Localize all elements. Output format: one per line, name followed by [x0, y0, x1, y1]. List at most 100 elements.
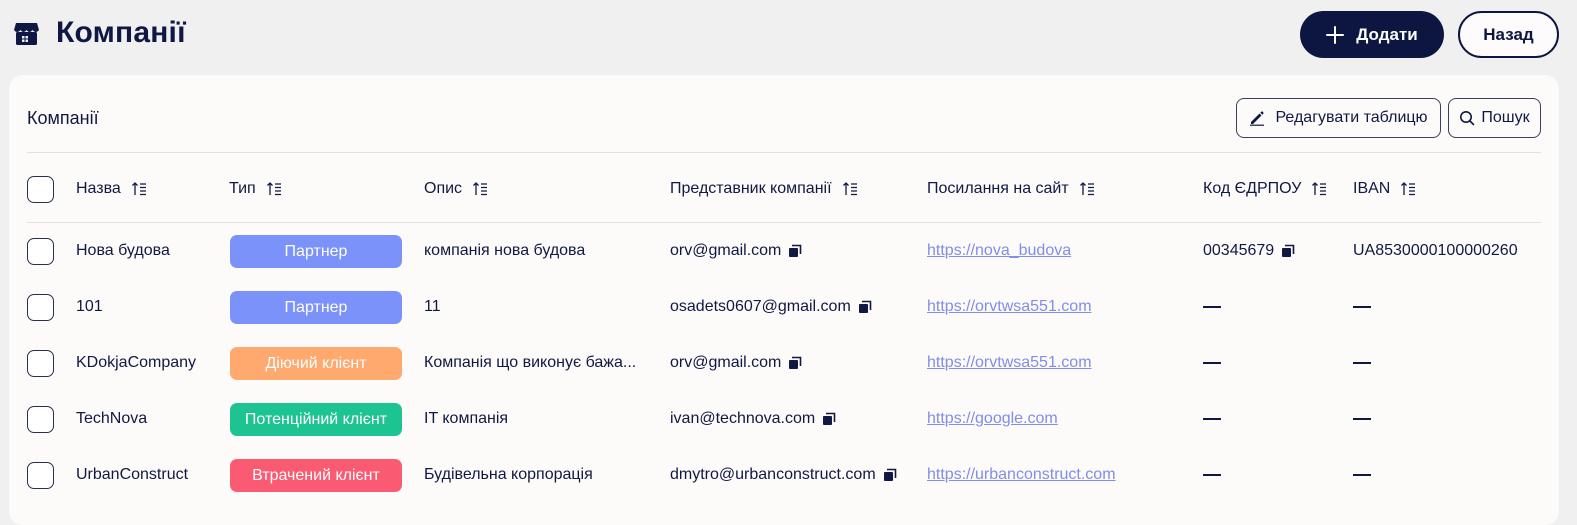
search-label: Пошук — [1481, 109, 1530, 126]
iban-empty — [1353, 463, 1371, 487]
site-link[interactable]: https://orvtwsa551.com — [927, 351, 1092, 375]
companies-card: Компанії Редагувати таблицю Пошук Назва … — [9, 75, 1559, 525]
representative: dmytro@urbanconstruct.com — [670, 463, 897, 487]
sort-icon[interactable] — [1079, 181, 1095, 197]
row-checkbox[interactable] — [27, 350, 54, 377]
row-checkbox[interactable] — [27, 238, 54, 265]
edrpou: 00345679 — [1203, 239, 1295, 263]
row-checkbox[interactable] — [27, 294, 54, 321]
sort-icon[interactable] — [1311, 181, 1327, 197]
representative: orv@gmail.com — [670, 351, 802, 375]
company-name[interactable]: 101 — [76, 295, 103, 319]
description: Компанія що виконує бажа... — [424, 351, 636, 375]
empty-dash — [1203, 306, 1221, 308]
site-link-text[interactable]: https://urbanconstruct.com — [927, 466, 1116, 484]
type-badge: Партнер — [230, 235, 402, 268]
site-link-text[interactable]: https://orvtwsa551.com — [927, 298, 1092, 316]
column-header-site: Посилання на сайт — [927, 180, 1095, 198]
column-header-label: Опис — [424, 180, 463, 197]
page-title: Компанії — [56, 16, 186, 49]
site-link-text[interactable]: https://nova_budova — [927, 242, 1071, 260]
edrpou-text: 00345679 — [1203, 242, 1275, 259]
column-header-type: Тип — [229, 180, 282, 198]
select-all-checkbox[interactable] — [27, 176, 54, 203]
company-name-text: UrbanConstruct — [76, 466, 189, 483]
edrpou-empty — [1203, 351, 1221, 375]
sort-icon[interactable] — [472, 181, 488, 197]
empty-dash — [1203, 474, 1221, 476]
edrpou-empty — [1203, 463, 1221, 487]
description-text: компанія нова будова — [424, 242, 586, 259]
divider — [27, 152, 1541, 153]
iban-text: UA8530000100000260 — [1353, 242, 1518, 259]
edrpou-empty — [1203, 295, 1221, 319]
iban-empty — [1353, 295, 1371, 319]
add-button-label: Додати — [1356, 24, 1418, 44]
add-button[interactable]: Додати — [1300, 11, 1444, 58]
iban-empty — [1353, 407, 1371, 431]
type-badge: Партнер — [230, 291, 402, 324]
search-button[interactable]: Пошук — [1448, 98, 1541, 138]
plus-icon — [1326, 25, 1345, 44]
empty-dash — [1353, 362, 1371, 364]
column-header-name: Назва — [76, 180, 147, 198]
iban-empty — [1353, 351, 1371, 375]
column-header-label: Назва — [76, 180, 121, 197]
search-icon — [1460, 111, 1475, 126]
site-link[interactable]: https://urbanconstruct.com — [927, 463, 1116, 487]
row-checkbox[interactable] — [27, 406, 54, 433]
copy-icon[interactable] — [788, 356, 802, 370]
empty-dash — [1353, 306, 1371, 308]
copy-icon[interactable] — [822, 412, 836, 426]
description-text: 11 — [424, 298, 441, 315]
sort-icon[interactable] — [1400, 181, 1416, 197]
company-name[interactable]: Нова будова — [76, 239, 170, 263]
edit-table-button[interactable]: Редагувати таблицю — [1236, 98, 1441, 138]
sort-icon[interactable] — [266, 181, 282, 197]
type-badge: Діючий клієнт — [230, 347, 402, 380]
edrpou-empty — [1203, 407, 1221, 431]
column-header-label: Представник компанії — [670, 180, 832, 197]
site-link[interactable]: https://nova_budova — [927, 239, 1071, 263]
description: Будівельна корпорація — [424, 463, 593, 487]
pencil-icon — [1250, 111, 1265, 126]
representative: ivan@technova.com — [670, 407, 836, 431]
column-header-edrpou: Код ЄДРПОУ — [1203, 180, 1327, 198]
empty-dash — [1353, 418, 1371, 420]
store-icon — [14, 23, 39, 45]
back-button[interactable]: Назад — [1458, 11, 1559, 58]
empty-dash — [1353, 474, 1371, 476]
description: IT компанія — [424, 407, 508, 431]
type-badge: Втрачений клієнт — [230, 459, 402, 492]
type-badge: Потенційний клієнт — [230, 403, 402, 436]
site-link-text[interactable]: https://google.com — [927, 410, 1058, 428]
row-checkbox[interactable] — [27, 462, 54, 489]
site-link[interactable]: https://orvtwsa551.com — [927, 295, 1092, 319]
description-text: IT компанія — [424, 410, 509, 427]
copy-icon[interactable] — [1281, 244, 1295, 258]
company-name[interactable]: KDokjaCompany — [76, 351, 196, 375]
site-link-text[interactable]: https://orvtwsa551.com — [927, 354, 1092, 372]
company-name-text: Нова будова — [76, 242, 170, 259]
copy-icon[interactable] — [788, 244, 802, 258]
column-header-label: IBAN — [1353, 180, 1391, 197]
representative-email: orv@gmail.com — [670, 242, 782, 259]
column-header-description: Опис — [424, 180, 488, 198]
representative: osadets0607@gmail.com — [670, 295, 872, 319]
description: 11 — [424, 295, 441, 319]
divider — [27, 222, 1541, 223]
copy-icon[interactable] — [858, 300, 872, 314]
company-name-text: TechNova — [76, 410, 148, 427]
company-name[interactable]: UrbanConstruct — [76, 463, 188, 487]
representative: orv@gmail.com — [670, 239, 802, 263]
company-name[interactable]: TechNova — [76, 407, 147, 431]
site-link[interactable]: https://google.com — [927, 407, 1058, 431]
sort-icon[interactable] — [131, 181, 147, 197]
company-name-text: KDokjaCompany — [76, 354, 197, 371]
empty-dash — [1203, 362, 1221, 364]
column-header-label: Посилання на сайт — [927, 180, 1069, 197]
sort-icon[interactable] — [842, 181, 858, 197]
iban: UA8530000100000260 — [1353, 239, 1518, 263]
copy-icon[interactable] — [883, 468, 897, 482]
representative-email: orv@gmail.com — [670, 354, 782, 371]
